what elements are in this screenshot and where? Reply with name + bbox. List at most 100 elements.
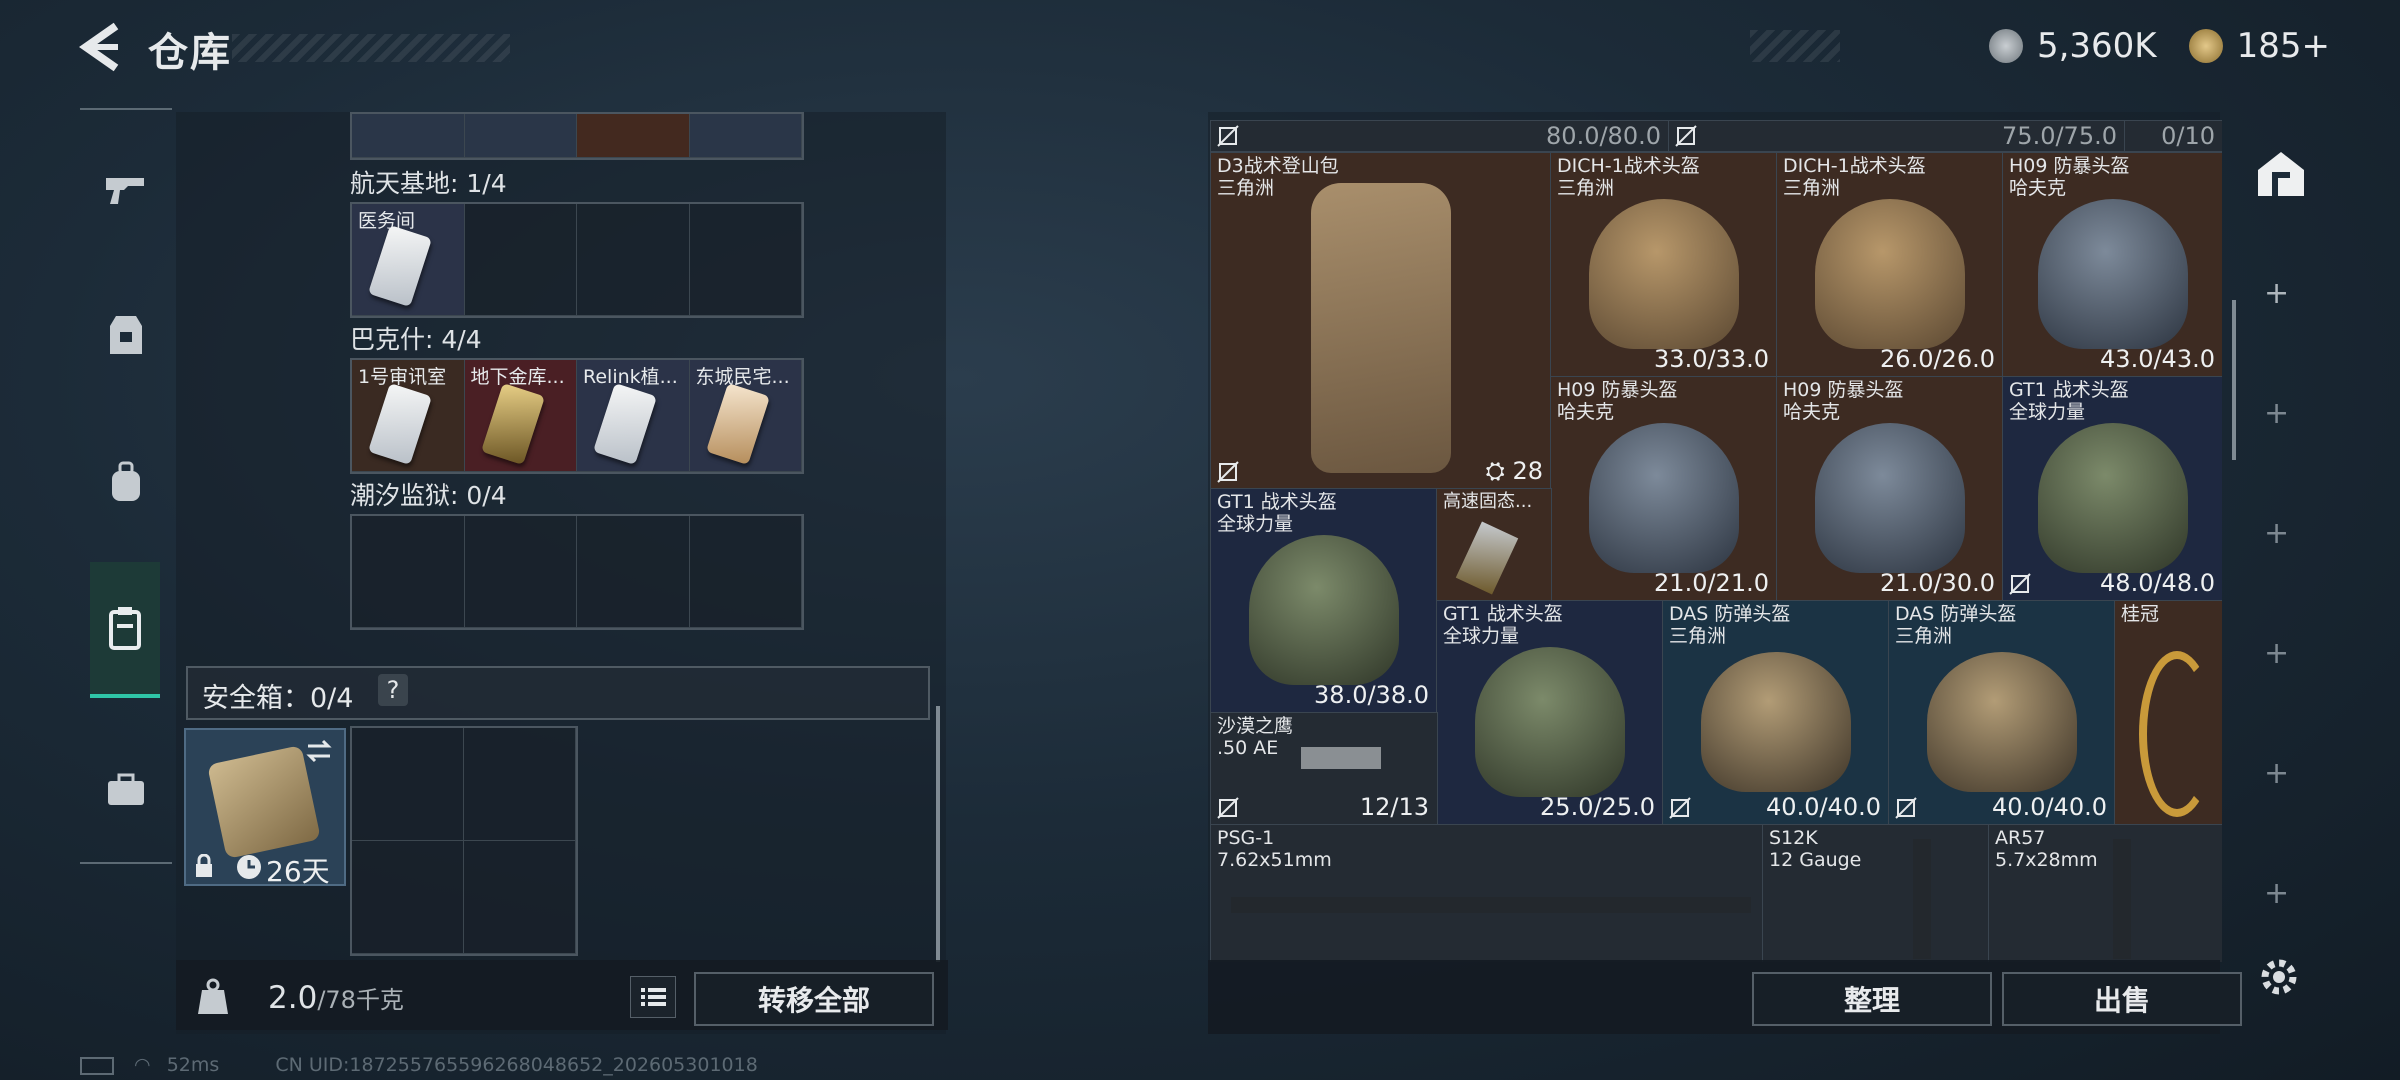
grid-cell[interactable] <box>352 114 465 158</box>
section-grid: 医务间 <box>350 202 804 318</box>
shotgun-icon <box>1913 839 1931 959</box>
keycard-icon <box>705 382 770 466</box>
helmet-item[interactable]: H09 防暴头盔 哈夫克 21.0/30.0 <box>1776 376 2004 602</box>
keycard-label: 医务间 <box>358 210 416 232</box>
helmet-icon <box>2038 422 2188 573</box>
helmet-item[interactable]: DICH-1战术头盔 三角洲 33.0/33.0 <box>1550 152 1778 378</box>
left-nav <box>80 108 172 864</box>
armor-icon[interactable] <box>80 286 172 386</box>
helmet-item[interactable]: H09 防暴头盔 哈夫克 43.0/43.0 <box>2002 152 2222 378</box>
keycard-slot[interactable]: 1号审讯室 <box>352 360 465 472</box>
container-scrollbar[interactable] <box>936 706 940 962</box>
keycard-slot[interactable]: 医务间 <box>352 204 465 316</box>
uid: CN UID:1872557655962680486​52_2026053010… <box>275 1054 758 1076</box>
add-page-button[interactable]: + <box>2264 756 2289 791</box>
sell-button[interactable]: 出售 <box>2002 972 2242 1026</box>
helmet-icon <box>1815 422 1965 573</box>
stash-scrollbar[interactable] <box>2232 300 2236 460</box>
toolbox-icon[interactable] <box>80 740 172 840</box>
keycard-icon <box>367 382 433 466</box>
grid-cell[interactable] <box>464 841 576 954</box>
ssd-item[interactable]: 高速固态... <box>1436 488 1552 602</box>
right-nav: + + + + + + <box>2240 112 2322 960</box>
grid-cell[interactable] <box>464 204 577 316</box>
page-title: 仓库 <box>148 30 232 76</box>
grid-cell[interactable] <box>352 516 465 628</box>
battery-icon <box>80 1056 114 1075</box>
helmet-icon <box>1249 534 1399 685</box>
sort-button[interactable]: 整理 <box>1752 972 1992 1026</box>
keycard-slot[interactable]: 东城民宅... <box>689 360 802 472</box>
add-page-button[interactable]: + <box>2264 396 2289 431</box>
gold-amount: 185+ <box>2236 26 2330 66</box>
swap-icon[interactable] <box>304 738 334 764</box>
grid-cell[interactable] <box>352 841 464 954</box>
grid-cell[interactable] <box>464 516 577 628</box>
title-stripe <box>232 34 510 62</box>
grid-cell[interactable] <box>577 114 690 158</box>
grid-cell[interactable] <box>689 114 802 158</box>
gear-icon[interactable] <box>2256 954 2302 1000</box>
section-label: 潮汐监狱: 0/4 <box>350 481 507 510</box>
item-name: H09 防暴头盔 哈夫克 <box>2009 155 2130 199</box>
currency-stripe <box>1750 30 1840 62</box>
stash-slot[interactable]: 0/10 <box>2124 120 2222 152</box>
add-page-button[interactable]: + <box>2264 276 2289 311</box>
durability: 48.0/48.0 <box>2100 569 2215 597</box>
durability: 40.0/40.0 <box>1766 793 1881 821</box>
rifle-item[interactable]: PSG-1 7.62x51mm <box>1210 824 1764 962</box>
grid-cell[interactable] <box>464 728 576 841</box>
item-name: H09 防暴头盔 哈夫克 <box>1557 379 1678 423</box>
add-page-button[interactable]: + <box>2264 516 2289 551</box>
item-name: AR57 5.7x28mm <box>1995 827 2098 871</box>
help-button[interactable]: ? <box>378 674 408 706</box>
silver-amount: 5,360K <box>2036 26 2157 66</box>
helmet-item[interactable]: DAS 防弹头盔 三角洲 40.0/40.0 <box>1662 600 1890 826</box>
add-page-button[interactable]: + <box>2264 876 2289 911</box>
item-name: GT1 战术头盔 全球力量 <box>1217 491 1337 535</box>
item-name: H09 防暴头盔 哈夫克 <box>1783 379 1904 423</box>
weight-readout: 2.0/78千克 <box>268 980 404 1016</box>
grid-cell[interactable] <box>689 516 802 628</box>
stash-slot[interactable]: 80.0/80.0 <box>1210 120 1670 152</box>
container-icon[interactable] <box>90 562 160 698</box>
no-insure-icon <box>1217 461 1239 483</box>
grid-cell[interactable] <box>352 728 464 841</box>
helmet-item[interactable]: DAS 防弹头盔 三角洲 40.0/40.0 <box>1888 600 2116 826</box>
stash-slot[interactable]: 75.0/75.0 <box>1668 120 2126 152</box>
gun-icon[interactable] <box>80 140 172 240</box>
helmet-item[interactable]: DICH-1战术头盔 三角洲 26.0/26.0 <box>1776 152 2004 378</box>
pistol-item[interactable]: 沙漠之鹰 .50 AE 12/13 <box>1210 712 1438 826</box>
item-name: 沙漠之鹰 .50 AE <box>1217 715 1294 759</box>
transfer-all-button[interactable]: 转移全部 <box>694 972 934 1026</box>
laurel-item[interactable]: 桂冠 <box>2114 600 2222 826</box>
lock-icon <box>196 854 212 877</box>
list-icon <box>641 988 666 1006</box>
back-arrow-icon[interactable] <box>78 22 122 72</box>
helmet-icon <box>1475 646 1625 797</box>
item-name: 桂冠 <box>2121 603 2160 625</box>
helmet-item[interactable]: H09 防暴头盔 哈夫克 21.0/21.0 <box>1550 376 1778 602</box>
safe-box-item[interactable]: 26天 <box>184 728 346 888</box>
durability: 38.0/38.0 <box>1314 681 1429 709</box>
add-page-button[interactable]: + <box>2264 636 2289 671</box>
keycard-slot[interactable]: 地下金库... <box>464 360 577 472</box>
smg-item[interactable]: AR57 5.7x28mm <box>1988 824 2222 962</box>
stash-house-icon[interactable] <box>2254 148 2308 200</box>
no-insure-icon <box>1895 797 1917 819</box>
list-view-button[interactable] <box>630 976 676 1018</box>
status-bar: ◠ 52ms CN UID:1872557655962680486​52_202… <box>80 1054 758 1076</box>
grid-cell[interactable] <box>464 114 577 158</box>
grid-cell[interactable] <box>577 204 690 316</box>
keycard-slot[interactable]: Relink植... <box>577 360 690 472</box>
pistol-icon <box>1301 747 1381 769</box>
backpack-icon[interactable] <box>80 432 172 532</box>
helmet-item[interactable]: GT1 战术头盔 全球力量 48.0/48.0 <box>2002 376 2222 602</box>
shotgun-item[interactable]: S12K 12 Gauge <box>1762 824 1990 962</box>
grid-cell[interactable] <box>689 204 802 316</box>
grid-cell[interactable] <box>577 516 690 628</box>
helmet-item[interactable]: GT1 战术头盔 全球力量 38.0/38.0 <box>1210 488 1438 714</box>
backpack-item[interactable]: D3战术登山包 三角洲 ⛭ 28 <box>1210 152 1552 490</box>
item-name: DAS 防弹头盔 三角洲 <box>1669 603 1791 647</box>
helmet-item[interactable]: GT1 战术头盔 全球力量 25.0/25.0 <box>1436 600 1664 826</box>
